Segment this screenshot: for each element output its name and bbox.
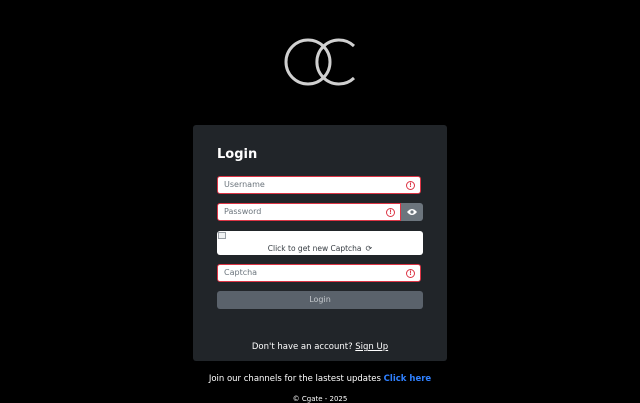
refresh-icon: ⟳	[365, 244, 373, 253]
error-icon: !	[386, 208, 395, 217]
error-icon: !	[406, 269, 415, 278]
captcha-refresh-label: Click to get new Captcha	[267, 244, 362, 253]
username-field[interactable]: Username !	[217, 176, 421, 194]
signup-prompt: Don't have an account?	[251, 342, 353, 352]
login-button[interactable]: Login	[217, 291, 423, 309]
captcha-refresh[interactable]: Click to get new Captcha ⟳	[217, 244, 423, 253]
captcha-placeholder: Captcha	[224, 268, 258, 277]
captcha-image[interactable]: Click to get new Captcha ⟳	[217, 231, 423, 255]
username-placeholder: Username	[224, 180, 265, 189]
join-channels-line: Join our channels for the lastest update…	[0, 374, 640, 384]
signup-link[interactable]: Sign Up	[355, 342, 388, 352]
cg-monogram-logo	[284, 38, 356, 86]
eye-icon	[407, 209, 417, 215]
password-placeholder: Password	[224, 207, 262, 216]
signup-prompt-line: Don't have an account? Sign Up	[193, 342, 447, 352]
captcha-field[interactable]: Captcha !	[217, 264, 421, 282]
click-here-link[interactable]: Click here	[384, 374, 432, 384]
show-password-button[interactable]	[401, 203, 423, 221]
copyright: © Cgate - 2025	[292, 395, 348, 403]
login-card: Login Username ! Password ! Click to get…	[193, 125, 447, 361]
join-text: Join our channels for the lastest update…	[208, 374, 381, 384]
login-title: Login	[217, 147, 258, 162]
broken-image-icon	[218, 232, 226, 239]
password-field[interactable]: Password !	[217, 203, 401, 221]
error-icon: !	[406, 181, 415, 190]
